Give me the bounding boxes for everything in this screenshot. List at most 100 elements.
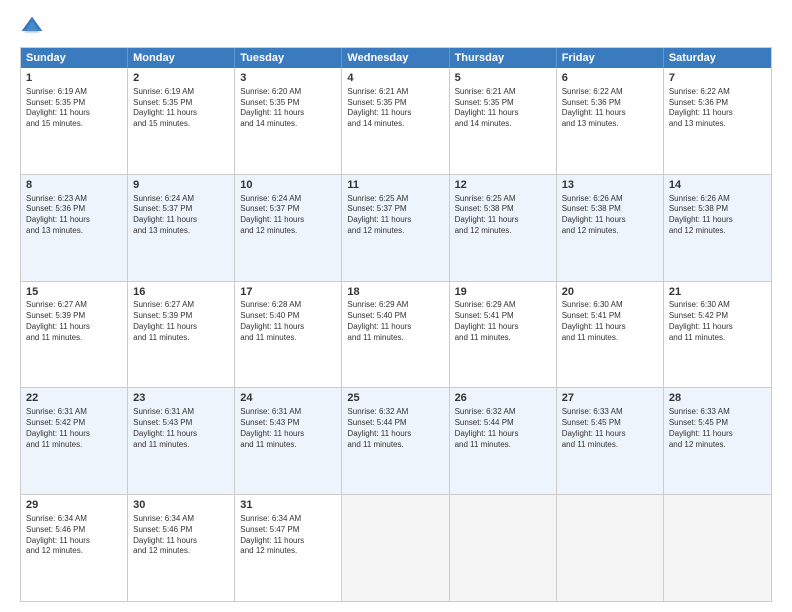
cell-line: Sunset: 5:43 PM xyxy=(240,418,336,429)
weekday-header: Monday xyxy=(128,48,235,68)
cell-line: Sunrise: 6:31 AM xyxy=(133,407,229,418)
cell-line: Daylight: 11 hours xyxy=(133,536,229,547)
cell-line: Daylight: 11 hours xyxy=(26,536,122,547)
calendar-cell: 24Sunrise: 6:31 AMSunset: 5:43 PMDayligh… xyxy=(235,388,342,494)
cell-line: and 12 minutes. xyxy=(347,226,443,237)
cell-line: and 15 minutes. xyxy=(26,119,122,130)
cell-line: and 13 minutes. xyxy=(133,226,229,237)
calendar-row: 29Sunrise: 6:34 AMSunset: 5:46 PMDayligh… xyxy=(21,495,771,601)
day-number: 18 xyxy=(347,285,443,300)
cell-line: Daylight: 11 hours xyxy=(26,215,122,226)
day-number: 2 xyxy=(133,71,229,86)
cell-line: and 13 minutes. xyxy=(26,226,122,237)
cell-line: Sunrise: 6:29 AM xyxy=(455,300,551,311)
cell-line: Sunrise: 6:19 AM xyxy=(26,87,122,98)
day-number: 19 xyxy=(455,285,551,300)
day-number: 28 xyxy=(669,391,766,406)
day-number: 17 xyxy=(240,285,336,300)
logo-icon xyxy=(20,15,44,39)
cell-line: and 13 minutes. xyxy=(562,119,658,130)
calendar-cell: 19Sunrise: 6:29 AMSunset: 5:41 PMDayligh… xyxy=(450,282,557,388)
logo xyxy=(20,15,48,39)
cell-line: Sunrise: 6:34 AM xyxy=(133,514,229,525)
calendar-row: 15Sunrise: 6:27 AMSunset: 5:39 PM Dayligh… xyxy=(21,282,771,389)
calendar-cell: 18Sunrise: 6:29 AMSunset: 5:40 PMDayligh… xyxy=(342,282,449,388)
cell-line: Daylight: 11 hours xyxy=(133,215,229,226)
cell-line: Daylight: 11 hours xyxy=(455,322,551,333)
cell-line: Sunset: 5:36 PM xyxy=(562,98,658,109)
cell-line: Sunset: 5:37 PM xyxy=(347,204,443,215)
cell-line: Sunset: 5:38 PM xyxy=(455,204,551,215)
cell-line: Daylight: 11 hours xyxy=(562,108,658,119)
day-number: 15 xyxy=(26,285,122,300)
cell-line: and 12 minutes. xyxy=(133,546,229,557)
day-number: 16 xyxy=(133,285,229,300)
weekday-header: Tuesday xyxy=(235,48,342,68)
cell-line: and 11 minutes. xyxy=(133,333,229,344)
calendar-cell: 3Sunrise: 6:20 AMSunset: 5:35 PMDaylight… xyxy=(235,68,342,174)
weekday-header: Friday xyxy=(557,48,664,68)
calendar-cell: 10Sunrise: 6:24 AMSunset: 5:37 PMDayligh… xyxy=(235,175,342,281)
cell-line: and 12 minutes. xyxy=(669,440,766,451)
cell-line: and 11 minutes. xyxy=(562,333,658,344)
calendar-cell: 2Sunrise: 6:19 AMSunset: 5:35 PMDaylight… xyxy=(128,68,235,174)
weekday-header: Wednesday xyxy=(342,48,449,68)
day-number: 3 xyxy=(240,71,336,86)
cell-line: Daylight: 11 hours xyxy=(26,108,122,119)
calendar-cell: 14Sunrise: 6:26 AMSunset: 5:38 PMDayligh… xyxy=(664,175,771,281)
day-number: 20 xyxy=(562,285,658,300)
cell-line: Daylight: 11 hours xyxy=(347,108,443,119)
cell-line: Sunset: 5:38 PM xyxy=(562,204,658,215)
cell-line: and 11 minutes. xyxy=(240,440,336,451)
cell-line: and 11 minutes. xyxy=(455,333,551,344)
cell-line: Sunrise: 6:24 AM xyxy=(240,194,336,205)
day-number: 8 xyxy=(26,178,122,193)
cell-line: Daylight: 11 hours xyxy=(562,215,658,226)
cell-line: Sunset: 5:45 PM xyxy=(669,418,766,429)
day-number: 12 xyxy=(455,178,551,193)
cell-line: and 11 minutes. xyxy=(133,440,229,451)
cell-line: and 14 minutes. xyxy=(455,119,551,130)
cell-line: Daylight: 11 hours xyxy=(562,429,658,440)
calendar-cell: 21Sunrise: 6:30 AMSunset: 5:42 PMDayligh… xyxy=(664,282,771,388)
calendar-cell-empty xyxy=(342,495,449,601)
day-number: 26 xyxy=(455,391,551,406)
day-number: 9 xyxy=(133,178,229,193)
cell-line: Sunset: 5:36 PM xyxy=(669,98,766,109)
cell-line: Sunrise: 6:27 AM xyxy=(26,300,122,311)
weekday-header: Saturday xyxy=(664,48,771,68)
cell-line: Sunset: 5:35 PM xyxy=(347,98,443,109)
day-number: 14 xyxy=(669,178,766,193)
cell-line: Daylight: 11 hours xyxy=(347,215,443,226)
cell-line: Sunset: 5:35 PM xyxy=(455,98,551,109)
cell-line: Daylight: 11 hours xyxy=(455,429,551,440)
calendar-cell: 30Sunrise: 6:34 AMSunset: 5:46 PMDayligh… xyxy=(128,495,235,601)
calendar-cell: 28Sunrise: 6:33 AMSunset: 5:45 PMDayligh… xyxy=(664,388,771,494)
day-number: 7 xyxy=(669,71,766,86)
cell-line: Daylight: 11 hours xyxy=(347,429,443,440)
cell-line: and 11 minutes. xyxy=(455,440,551,451)
cell-line: Sunrise: 6:25 AM xyxy=(347,194,443,205)
cell-line: Sunrise: 6:32 AM xyxy=(455,407,551,418)
cell-line: Sunset: 5:41 PM xyxy=(562,311,658,322)
day-number: 30 xyxy=(133,498,229,513)
cell-line: Sunrise: 6:23 AM xyxy=(26,194,122,205)
cell-line: Sunrise: 6:30 AM xyxy=(669,300,766,311)
cell-line: Daylight: 11 hours xyxy=(240,108,336,119)
calendar-cell: 20Sunrise: 6:30 AMSunset: 5:41 PMDayligh… xyxy=(557,282,664,388)
cell-line: Sunset: 5:45 PM xyxy=(562,418,658,429)
cell-line: Sunset: 5:40 PM xyxy=(240,311,336,322)
cell-line: Sunset: 5:46 PM xyxy=(133,525,229,536)
calendar: SundayMondayTuesdayWednesdayThursdayFrid… xyxy=(20,47,772,602)
cell-line: and 11 minutes. xyxy=(26,440,122,451)
cell-line: Sunset: 5:37 PM xyxy=(133,204,229,215)
calendar-cell: 22Sunrise: 6:31 AMSunset: 5:42 PMDayligh… xyxy=(21,388,128,494)
cell-line: Daylight: 11 hours xyxy=(455,215,551,226)
cell-line: Sunset: 5:37 PM xyxy=(240,204,336,215)
cell-line: Sunset: 5:39 PM xyxy=(26,311,122,322)
calendar-cell: 11Sunrise: 6:25 AMSunset: 5:37 PMDayligh… xyxy=(342,175,449,281)
cell-line: Daylight: 11 hours xyxy=(669,322,766,333)
day-number: 24 xyxy=(240,391,336,406)
cell-line: Daylight: 11 hours xyxy=(26,429,122,440)
cell-line: Sunrise: 6:22 AM xyxy=(562,87,658,98)
